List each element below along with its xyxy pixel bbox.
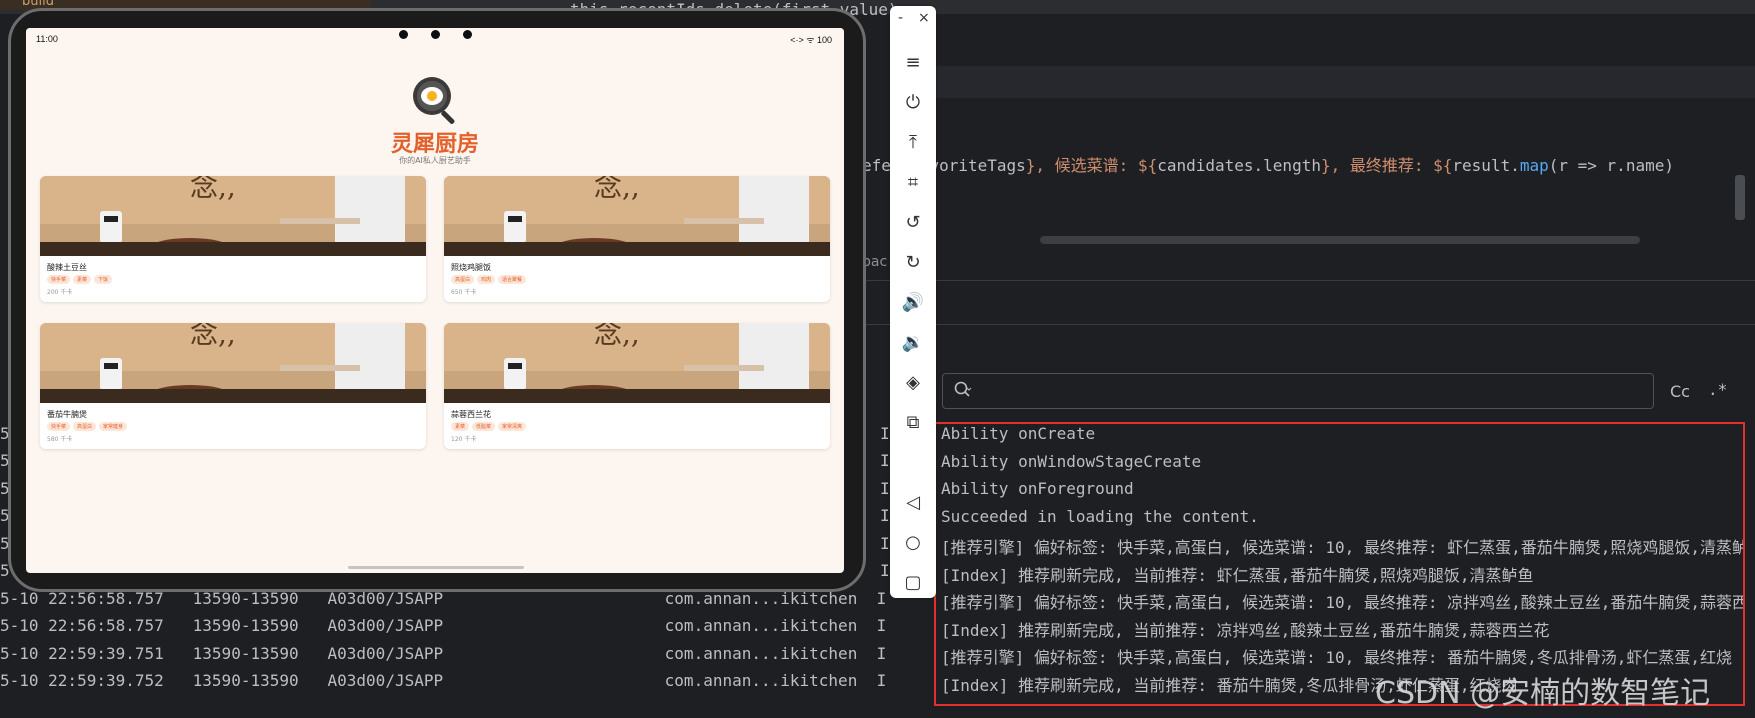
recipe-tag: 家常健身: [99, 422, 128, 431]
status-icons: <·> ᯤ 100: [790, 35, 832, 45]
recipe-tag: 低脂菜: [472, 422, 496, 431]
log-message: Ability onCreate: [941, 424, 1096, 443]
log-message: [推荐引擎] 偏好标签: 快手菜,高蛋白, 候选菜谱: 10, 最终推荐: 凉拌…: [941, 593, 1745, 612]
home-icon[interactable]: ○: [899, 528, 927, 556]
code-frag-5: }, 最终推荐: ${: [1320, 156, 1453, 175]
regex-button[interactable]: .*: [1708, 380, 1727, 399]
screenshot-icon[interactable]: ⧉: [899, 408, 927, 436]
recipe-tags: 快手菜 素菜 下饭: [47, 275, 113, 284]
recipe-name: 番茄牛腩煲: [47, 410, 87, 419]
recipe-tags: 快手菜 高蛋白 家常健身: [47, 422, 128, 431]
recipe-tags: 高蛋白 鸡肉 适合聚餐: [451, 275, 527, 284]
recipe-card[interactable]: 念,, 蒜蓉西兰花 素菜 低脂菜 家常清爽 120 千卡: [444, 323, 830, 449]
recipe-calories: 580 千卡: [47, 436, 73, 443]
upload-icon[interactable]: ⤒: [899, 128, 927, 156]
log-meta-row: 5-10 22:59:39.752 13590-13590 A03d00/JSA…: [0, 671, 887, 690]
camera-dot: [463, 30, 472, 39]
code-line-log: efee.favoriteTags}, 候选菜谱: ${candidates.l…: [862, 152, 1674, 176]
recipe-image: 念,,: [444, 323, 830, 403]
recipe-tag: 下饭: [94, 275, 113, 284]
svg-text:念,,: 念,,: [594, 323, 640, 350]
log-message: Ability onForeground: [941, 479, 1134, 498]
code-frag-6: result.: [1452, 156, 1520, 175]
recipe-tag: 高蛋白: [73, 422, 97, 431]
app-title: 灵犀厨房: [390, 132, 479, 157]
editor-horizontal-scrollbar[interactable]: [1040, 236, 1640, 244]
csdn-watermark: CSDN @安楠的数智笔记: [1375, 676, 1711, 711]
recipe-image: 念,,: [444, 176, 830, 256]
log-meta-row: 5-10 22:56:58.757 13590-13590 A03d00/JSA…: [0, 616, 887, 635]
recipe-card[interactable]: 念,, 照烧鸡腿饭 高蛋白 鸡肉 适合聚餐 650 千卡: [444, 176, 830, 302]
svg-text:念,,: 念,,: [594, 176, 640, 203]
code-frag-3: }, 候选菜谱: ${: [1025, 156, 1158, 175]
volume-up-icon[interactable]: 🔊: [899, 288, 927, 316]
device-screen[interactable]: 11:00 <·> ᯤ 100 灵犀厨房 你的AI私人厨艺助手 念,, 酸辣土豆…: [26, 28, 844, 573]
caret-line-highlight: [930, 66, 1755, 98]
home-indicator[interactable]: [348, 566, 524, 569]
recipe-tag: 快手菜: [47, 275, 71, 284]
recipe-name: 照烧鸡腿饭: [451, 263, 491, 272]
log-message: Ability onWindowStageCreate: [941, 452, 1202, 471]
recipe-tag: 家常清爽: [498, 422, 527, 431]
recipe-tags: 素菜 低脂菜 家常清爽: [451, 422, 527, 431]
back-icon[interactable]: ◁: [899, 488, 927, 516]
menu-icon[interactable]: ≡: [899, 48, 927, 76]
recipe-tag: 高蛋白: [451, 275, 475, 284]
recipe-name: 酸辣土豆丝: [47, 263, 87, 272]
code-frag-8: (r => r.name): [1548, 156, 1674, 175]
rotate-left-icon[interactable]: ↺: [899, 208, 927, 236]
svg-text:念,,: 念,,: [190, 323, 236, 350]
code-frag-7: map: [1519, 156, 1549, 175]
app-subtitle: 你的AI私人厨艺助手: [399, 156, 471, 165]
search-icon[interactable]: [953, 380, 973, 400]
recipe-image: 念,,: [40, 323, 426, 403]
log-message: [推荐引擎] 偏好标签: 快手菜,高蛋白, 候选菜谱: 10, 最终推荐: 虾仁…: [941, 538, 1745, 557]
fold-icon[interactable]: ◈: [899, 368, 927, 396]
recent-icon[interactable]: ▢: [899, 568, 927, 596]
recipe-calories: 200 千卡: [47, 289, 73, 296]
recipe-card[interactable]: 念,, 番茄牛腩煲 快手菜 高蛋白 家常健身 580 千卡: [40, 323, 426, 449]
recipe-calories: 650 千卡: [451, 289, 477, 296]
recipe-card[interactable]: 念,, 酸辣土豆丝 快手菜 素菜 下饭 200 千卡: [40, 176, 426, 302]
code-frag-1: efe: [862, 156, 891, 175]
log-meta-row: 5-10 22:59:39.751 13590-13590 A03d00/JSA…: [0, 644, 887, 663]
log-message: [Index] 推荐刷新完成, 当前推荐: 凉拌鸡丝,酸辣土豆丝,番茄牛腩煲,蒜…: [941, 621, 1550, 640]
editor-vertical-scrollbar[interactable]: [1735, 175, 1745, 220]
svg-text:念,,: 念,,: [190, 176, 236, 203]
camera-dot: [431, 30, 440, 39]
recipe-image: 念,,: [40, 176, 426, 256]
minimize-button[interactable]: -: [898, 10, 903, 26]
log-search-input[interactable]: [942, 373, 1654, 409]
camera-dot: [399, 30, 408, 39]
status-time: 11:00: [36, 34, 58, 44]
log-message: [Index] 推荐刷新完成, 当前推荐: 虾仁蒸蛋,番茄牛腩煲,照烧鸡腿饭,清…: [941, 566, 1534, 585]
recipe-tag: 快手菜: [47, 422, 71, 431]
crop-icon[interactable]: ⌗: [899, 168, 927, 196]
match-case-button[interactable]: Cc: [1670, 382, 1690, 401]
recipe-tag: 素菜: [73, 275, 92, 284]
volume-down-icon[interactable]: 🔉: [899, 328, 927, 356]
log-message: Succeeded in loading the content.: [941, 507, 1259, 526]
close-button[interactable]: ×: [918, 10, 930, 26]
recipe-tag: 适合聚餐: [498, 275, 527, 284]
rotate-right-icon[interactable]: ↻: [899, 248, 927, 276]
divider: [860, 280, 1755, 281]
recipe-tag: 鸡肉: [477, 275, 496, 284]
emulator-toolbar: - × ≡ ⏻ ⤒ ⌗ ↺ ↻ 🔊 🔉 ◈ ⧉ ◁ ○ ▢: [890, 6, 936, 598]
power-icon[interactable]: ⏻: [899, 88, 927, 116]
log-message: [推荐引擎] 偏好标签: 快手菜,高蛋白, 候选菜谱: 10, 最终推荐: 番茄…: [941, 648, 1733, 667]
recipe-tag: 素菜: [451, 422, 470, 431]
recipe-calories: 120 千卡: [451, 436, 477, 443]
recipe-name: 蒜蓉西兰花: [451, 410, 491, 419]
divider: [860, 324, 1755, 325]
search-field[interactable]: [979, 378, 1643, 404]
code-frag-4: candidates.length: [1157, 156, 1321, 175]
frying-pan-logo-icon: [413, 77, 455, 125]
log-messages-panel[interactable]: Ability onCreate Ability onWindowStageCr…: [934, 422, 1745, 706]
